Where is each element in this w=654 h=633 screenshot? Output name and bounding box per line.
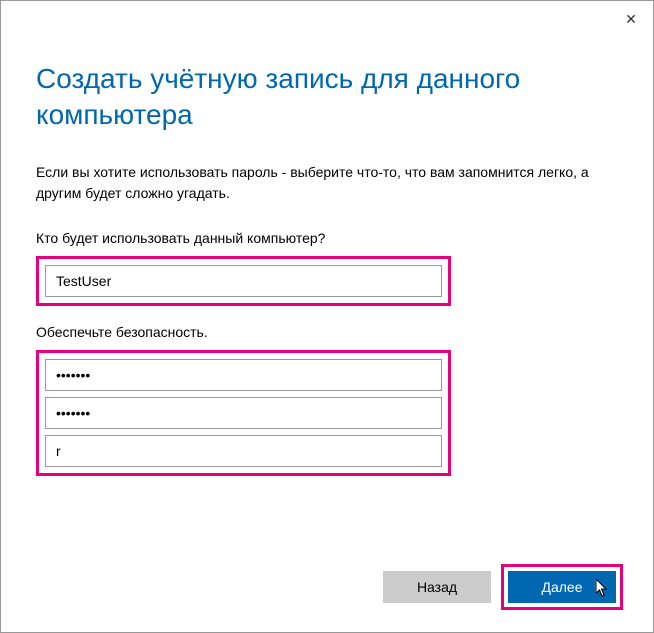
dialog-content: Создать учётную запись для данного компь… [1,1,653,476]
password-input[interactable] [45,359,442,391]
back-button[interactable]: Назад [383,571,491,603]
password-highlight [36,350,451,476]
next-button-highlight: Далее [501,564,623,610]
footer-buttons: Назад Далее [383,564,623,610]
description-text: Если вы хотите использовать пароль - выб… [36,162,618,204]
username-label: Кто будет использовать данный компьютер? [36,230,618,246]
username-input[interactable] [45,265,442,297]
username-highlight [36,256,451,306]
password-hint-input[interactable] [45,435,442,467]
page-title: Создать учётную запись для данного компь… [36,61,618,134]
password-confirm-input[interactable] [45,397,442,429]
next-button[interactable]: Далее [508,571,616,603]
password-section-label: Обеспечьте безопасность. [36,324,618,340]
close-icon: ✕ [625,11,637,28]
close-button[interactable]: ✕ [621,9,641,29]
